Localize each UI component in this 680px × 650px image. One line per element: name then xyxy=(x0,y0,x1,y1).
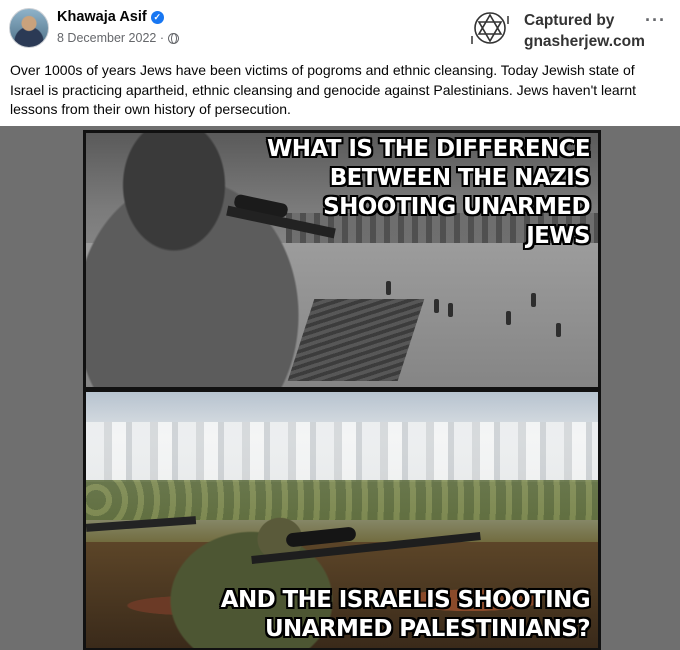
more-options-icon[interactable]: ··· xyxy=(645,10,666,31)
figure-shape xyxy=(506,311,511,325)
globe-icon xyxy=(168,32,180,44)
author-name-row: Khawaja Asif ✓ xyxy=(57,9,164,25)
figure-shape xyxy=(434,299,439,313)
figure-shape xyxy=(448,303,453,317)
caption-bottom-line: AND THE ISRAELIS SHOOTING xyxy=(220,587,591,613)
post-meta: 8 December 2022 · xyxy=(57,31,180,45)
city-shape xyxy=(86,422,598,482)
figure-shape xyxy=(556,323,561,337)
post-date[interactable]: 8 December 2022 · xyxy=(57,31,164,45)
watermark: Captured by gnasherjew.com xyxy=(470,6,650,54)
caption-top-line: SHOOTING UNARMED JEWS xyxy=(323,194,590,249)
watermark-line-1: Captured by xyxy=(524,12,615,29)
post-media[interactable]: WHAT IS THE DIFFERENCE BETWEEN THE NAZIS… xyxy=(0,126,680,650)
caption-bottom-line: UNARMED PALESTINIANS? xyxy=(264,616,591,642)
meme-bottom-photo: AND THE ISRAELIS SHOOTING UNARMED PALEST… xyxy=(86,392,598,648)
meme-caption-top: WHAT IS THE DIFFERENCE BETWEEN THE NAZIS… xyxy=(260,135,591,251)
caption-top-line: WHAT IS THE DIFFERENCE xyxy=(267,136,591,162)
caption-top-line: BETWEEN THE NAZIS xyxy=(329,165,591,191)
author-avatar[interactable] xyxy=(9,8,49,48)
watermark-line-2: gnasherjew.com xyxy=(524,33,645,50)
star-of-david-logo-icon xyxy=(471,12,509,44)
post-text: Over 1000s of years Jews have been victi… xyxy=(10,62,637,117)
figure-shape xyxy=(531,293,536,307)
meme-top-photo: WHAT IS THE DIFFERENCE BETWEEN THE NAZIS… xyxy=(86,133,598,387)
figure-shape xyxy=(386,281,391,295)
meme-caption-bottom: AND THE ISRAELIS SHOOTING UNARMED PALEST… xyxy=(220,586,591,644)
author-name[interactable]: Khawaja Asif xyxy=(57,9,147,25)
post-header: Khawaja Asif ✓ 8 December 2022 · Capture… xyxy=(0,0,680,56)
verified-badge-icon: ✓ xyxy=(150,10,164,24)
meme-image: WHAT IS THE DIFFERENCE BETWEEN THE NAZIS… xyxy=(83,130,601,650)
